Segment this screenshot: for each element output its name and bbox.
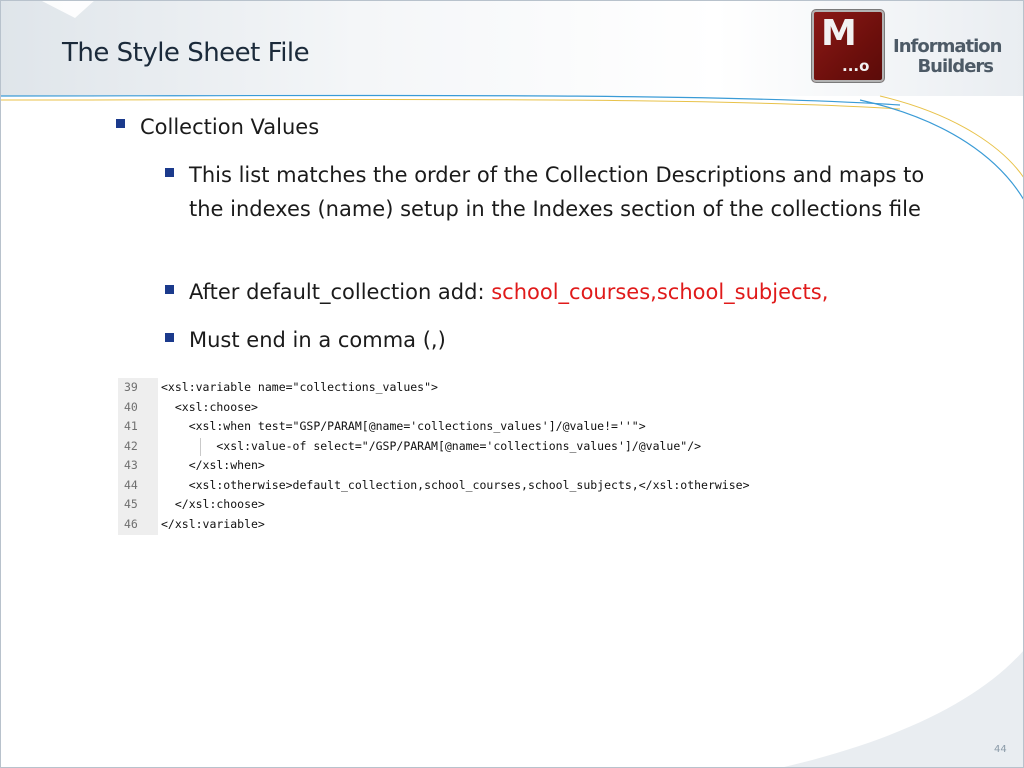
bullet-text: This list matches the order of the Colle…	[189, 163, 925, 221]
bullet-square-icon	[116, 119, 125, 128]
bullet-text: Must end in a comma (,)	[189, 328, 446, 352]
line-number: 43	[124, 458, 138, 472]
logo-dots: ...o	[842, 57, 870, 75]
bullet-square-icon	[165, 168, 174, 177]
line-content: <xsl:value-of select="/GSP/PARAM[@name='…	[161, 438, 702, 453]
code-line: 39 <xsl:variable name="collections_value…	[118, 378, 896, 398]
line-number: 42	[124, 438, 138, 453]
code-line: 46 </xsl:variable>	[118, 515, 896, 535]
code-line: 43 </xsl:when>	[118, 456, 896, 476]
brand-line-1: Information	[893, 36, 1002, 57]
code-line: 40 <xsl:choose>	[118, 398, 896, 418]
code-line: 44 <xsl:otherwise>default_collection,sch…	[118, 476, 896, 496]
code-line: 42 <xsl:value-of select="/GSP/PARAM[@nam…	[118, 437, 896, 457]
line-content: </xsl:choose>	[161, 497, 265, 511]
line-number: 44	[124, 477, 138, 492]
line-number: 40	[124, 399, 138, 414]
page-number: 44	[994, 744, 1007, 755]
logo-icon: M ...o	[812, 10, 884, 82]
logo-letter: M	[821, 13, 857, 54]
slide-title: The Style Sheet File	[62, 38, 310, 68]
line-number: 39	[124, 380, 138, 394]
bullet-highlight-text: school_courses,school_subjects,	[491, 280, 829, 304]
line-content: <xsl:variable name="collections_values">	[161, 380, 438, 394]
line-content: </xsl:when>	[161, 458, 265, 472]
line-content: <xsl:choose>	[161, 399, 258, 414]
bullet-square-icon	[165, 333, 174, 342]
line-content: <xsl:when test="GSP/PARAM[@name='collect…	[161, 419, 646, 433]
code-line: 41 <xsl:when test="GSP/PARAM[@name='coll…	[118, 417, 896, 437]
line-content: <xsl:otherwise>default_collection,school…	[161, 477, 750, 492]
code-line: 45 </xsl:choose>	[118, 495, 896, 515]
line-number: 45	[124, 497, 138, 511]
bullet-plain-text: After default_collection add:	[189, 280, 492, 304]
code-listing: 39 <xsl:variable name="collections_value…	[118, 378, 896, 535]
bullet-text: Collection Values	[140, 115, 320, 139]
bullet-square-icon	[165, 285, 174, 294]
slide: The Style Sheet File M ...o Information …	[0, 0, 1024, 768]
line-number: 41	[124, 419, 138, 433]
brand-line-2: Builders	[917, 56, 994, 77]
line-number: 46	[124, 516, 138, 531]
brand-name: Information Builders	[893, 36, 1002, 77]
line-content: </xsl:variable>	[161, 516, 265, 531]
bullet-text: After default_collection add: school_cou…	[189, 275, 828, 309]
